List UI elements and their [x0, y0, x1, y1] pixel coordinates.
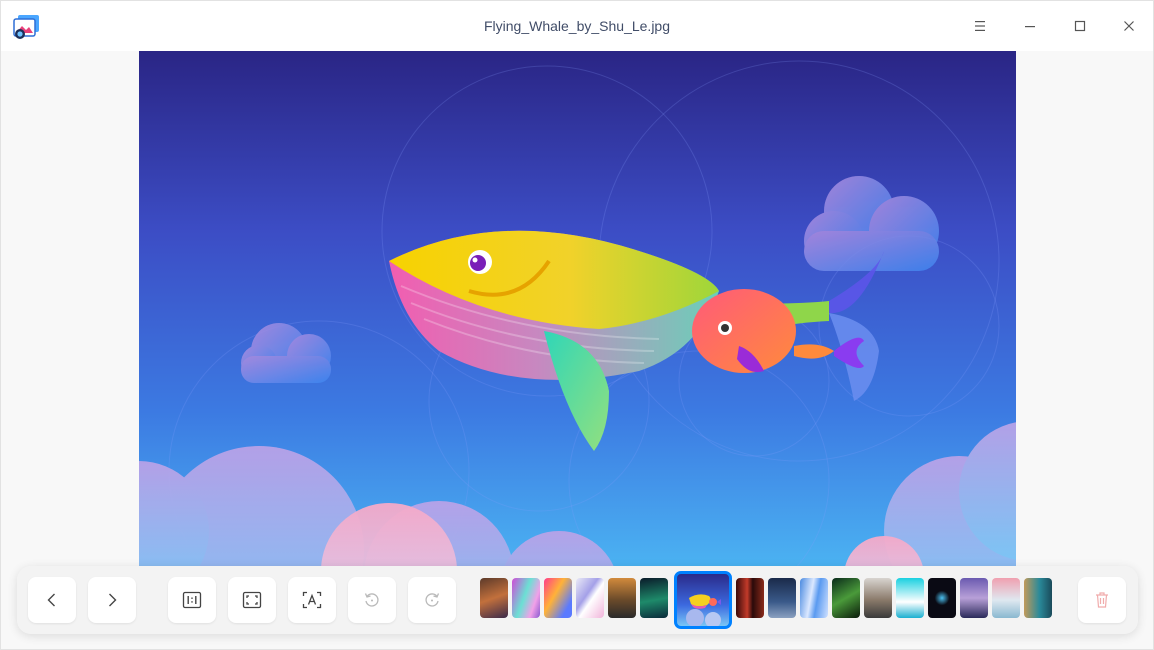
trash-icon [1096, 592, 1108, 608]
rotate-counterclockwise-icon [364, 593, 379, 607]
thumbnail-6[interactable] [640, 578, 668, 618]
thumbnail-11[interactable] [832, 578, 860, 618]
maximize-button[interactable] [1065, 11, 1095, 41]
minimize-icon [1025, 26, 1035, 28]
thumbnail-15[interactable] [960, 578, 988, 618]
thumbnail-8[interactable] [736, 578, 764, 618]
ocr-button[interactable] [288, 577, 336, 623]
thumbnail-2[interactable] [512, 578, 540, 618]
current-thumbnail-whale [686, 594, 721, 626]
rotate-clockwise-icon [425, 593, 440, 607]
thumbnail-12[interactable] [864, 578, 892, 618]
titlebar: Flying_Whale_by_Shu_Le.jpg [1, 1, 1153, 51]
thumbnail-13[interactable] [896, 578, 924, 618]
chevron-left-icon [47, 593, 55, 607]
flying-whale-image [139, 51, 1016, 566]
one-to-one-icon [182, 591, 202, 609]
thumbnail-1[interactable] [480, 578, 508, 618]
image-viewer-window: Flying_Whale_by_Shu_Le.jpg [0, 0, 1154, 650]
thumbnail-current[interactable] [674, 571, 732, 629]
fit-window-button[interactable] [228, 577, 276, 623]
chevron-right-icon [109, 593, 117, 607]
bottom-toolbar [17, 566, 1138, 634]
fit-screen-icon [242, 591, 262, 609]
menu-icon [975, 21, 985, 31]
close-button[interactable] [1114, 11, 1144, 41]
text-recognition-icon [302, 591, 322, 609]
close-icon [1124, 21, 1134, 31]
next-button[interactable] [88, 577, 136, 623]
delete-button[interactable] [1078, 577, 1126, 623]
thumbnail-10[interactable] [800, 578, 828, 618]
image-canvas[interactable] [139, 51, 1016, 566]
thumbnail-16[interactable] [992, 578, 1020, 618]
maximize-icon [1074, 20, 1086, 32]
thumbnail-4[interactable] [576, 578, 604, 618]
thumbnail-3[interactable] [544, 578, 572, 618]
thumbnail-14[interactable] [928, 578, 956, 618]
menu-button[interactable] [965, 11, 995, 41]
thumbnail-17[interactable] [1024, 578, 1052, 618]
thumbnail-5[interactable] [608, 578, 636, 618]
previous-button[interactable] [28, 577, 76, 623]
original-size-button[interactable] [168, 577, 216, 623]
rotate-right-button[interactable] [408, 577, 456, 623]
thumbnail-9[interactable] [768, 578, 796, 618]
thumbnail-strip [480, 570, 1055, 630]
minimize-button[interactable] [1015, 11, 1045, 41]
rotate-left-button[interactable] [348, 577, 396, 623]
